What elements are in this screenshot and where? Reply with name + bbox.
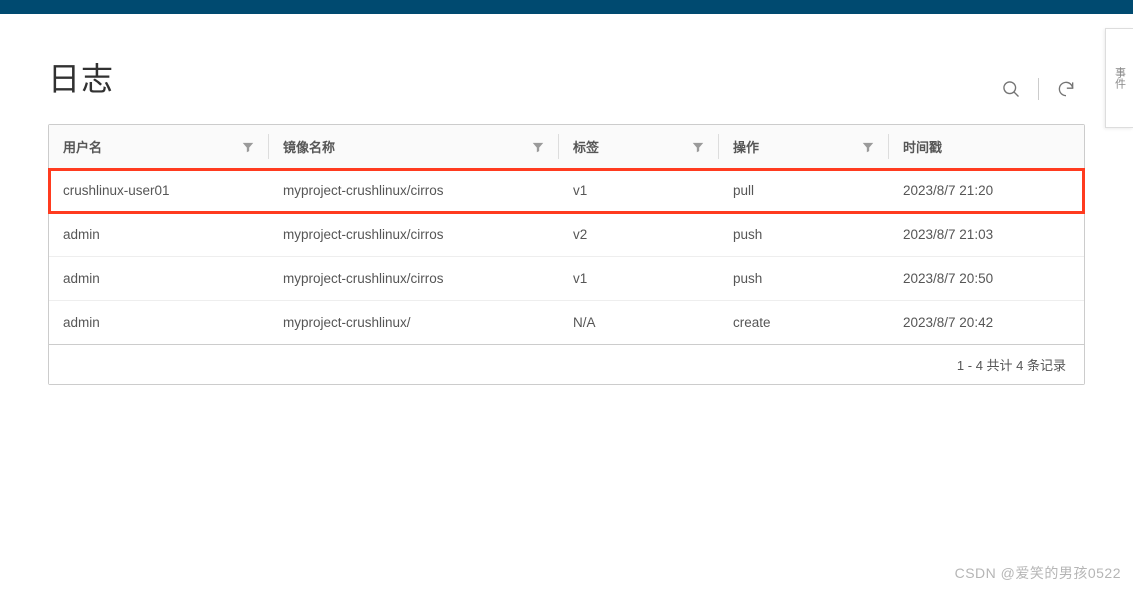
cell-image: myproject-crushlinux/cirros [269, 213, 559, 257]
header-actions [1000, 78, 1085, 100]
cell-tag: v1 [559, 169, 719, 213]
cell-image: myproject-crushlinux/cirros [269, 169, 559, 213]
table-row[interactable]: crushlinux-user01myproject-crushlinux/ci… [49, 169, 1084, 213]
cell-tag: N/A [559, 301, 719, 345]
header-label-image: 镜像名称 [283, 137, 335, 156]
cell-timestamp: 2023/8/7 21:03 [889, 213, 1084, 257]
table-body: crushlinux-user01myproject-crushlinux/ci… [49, 169, 1084, 345]
filter-icon [531, 140, 545, 154]
cell-user: crushlinux-user01 [49, 169, 269, 213]
filter-icon [861, 140, 875, 154]
table-row[interactable]: adminmyproject-crushlinux/cirrosv1push20… [49, 257, 1084, 301]
col-header-user[interactable]: 用户名 [49, 125, 269, 169]
header-label-tag: 标签 [573, 137, 599, 156]
refresh-icon[interactable] [1055, 78, 1077, 100]
cell-image: myproject-crushlinux/cirros [269, 257, 559, 301]
header-row: 日志 [48, 54, 1085, 100]
cell-user: admin [49, 213, 269, 257]
table-row[interactable]: adminmyproject-crushlinux/cirrosv2push20… [49, 213, 1084, 257]
header-label-user: 用户名 [63, 137, 102, 156]
log-table: 用户名 镜像名称 标签 [49, 125, 1084, 344]
page-title: 日志 [48, 54, 114, 100]
cell-tag: v1 [559, 257, 719, 301]
search-icon[interactable] [1000, 78, 1022, 100]
cell-operation: push [719, 213, 889, 257]
cell-timestamp: 2023/8/7 21:20 [889, 169, 1084, 213]
action-divider [1038, 78, 1039, 100]
header-label-operation: 操作 [733, 137, 759, 156]
col-header-image[interactable]: 镜像名称 [269, 125, 559, 169]
table-header-row: 用户名 镜像名称 标签 [49, 125, 1084, 169]
header-label-timestamp: 时间戳 [903, 137, 942, 156]
top-bar [0, 0, 1133, 14]
filter-icon [691, 140, 705, 154]
col-header-tag[interactable]: 标签 [559, 125, 719, 169]
log-table-container: 用户名 镜像名称 标签 [48, 124, 1085, 385]
cell-user: admin [49, 301, 269, 345]
side-tab[interactable]: 事件 [1105, 28, 1133, 128]
cell-tag: v2 [559, 213, 719, 257]
cell-timestamp: 2023/8/7 20:50 [889, 257, 1084, 301]
cell-timestamp: 2023/8/7 20:42 [889, 301, 1084, 345]
main-content: 日志 用户名 [0, 14, 1133, 405]
filter-icon [241, 140, 255, 154]
cell-operation: push [719, 257, 889, 301]
cell-operation: create [719, 301, 889, 345]
watermark: CSDN @爱笑的男孩0522 [955, 563, 1121, 583]
cell-image: myproject-crushlinux/ [269, 301, 559, 345]
col-header-operation[interactable]: 操作 [719, 125, 889, 169]
table-footer: 1 - 4 共计 4 条记录 [49, 344, 1084, 384]
col-header-timestamp[interactable]: 时间戳 [889, 125, 1084, 169]
table-row[interactable]: adminmyproject-crushlinux/N/Acreate2023/… [49, 301, 1084, 345]
cell-operation: pull [719, 169, 889, 213]
cell-user: admin [49, 257, 269, 301]
